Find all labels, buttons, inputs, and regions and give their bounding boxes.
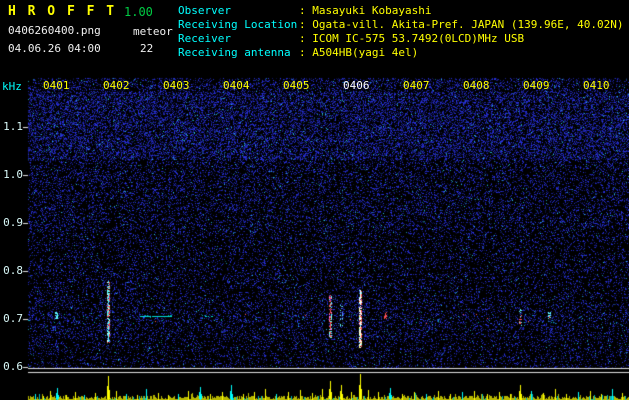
station-value: A504HB(yagi 4el)	[312, 46, 419, 59]
station-row: Receiving Location: Ogata-vill. Akita-Pr…	[178, 18, 624, 32]
station-row: Receiver: ICOM IC-575 53.7492(0LCD)MHz U…	[178, 32, 624, 46]
station-label: Receiving antenna	[178, 46, 291, 59]
app-title: H R O F F T	[8, 4, 117, 19]
station-label: Receiver	[178, 32, 231, 45]
station-row: Observer: Masayuki Kobayashi	[178, 4, 624, 18]
meteor-label: meteor	[133, 25, 173, 38]
station-separator: :	[299, 32, 313, 45]
station-row: Receiving antenna: A504HB(yagi 4el)	[178, 46, 624, 60]
station-info: Observer: Masayuki Kobayashi Receiving Lo…	[178, 4, 624, 60]
station-value: ICOM IC-575 53.7492(0LCD)MHz USB	[312, 32, 525, 45]
station-separator: :	[299, 18, 313, 31]
station-label: Observer	[178, 4, 231, 17]
station-value: Masayuki Kobayashi	[312, 4, 432, 17]
app-version: 1.00	[124, 5, 153, 19]
output-filename: 0406260400.png	[8, 24, 101, 37]
station-value: Ogata-vill. Akita-Pref. JAPAN (139.96E, …	[312, 18, 624, 31]
hrofft-screen: H R O F F T 1.00 0406260400.png meteor 0…	[0, 0, 629, 400]
observation-datetime: 04.06.26 04:00	[8, 42, 101, 55]
station-separator: :	[299, 46, 313, 59]
station-label: Receiving Location	[178, 18, 298, 31]
meteor-count: 22	[140, 42, 154, 55]
station-separator: :	[299, 4, 313, 17]
header: H R O F F T 1.00 0406260400.png meteor 0…	[0, 0, 629, 76]
